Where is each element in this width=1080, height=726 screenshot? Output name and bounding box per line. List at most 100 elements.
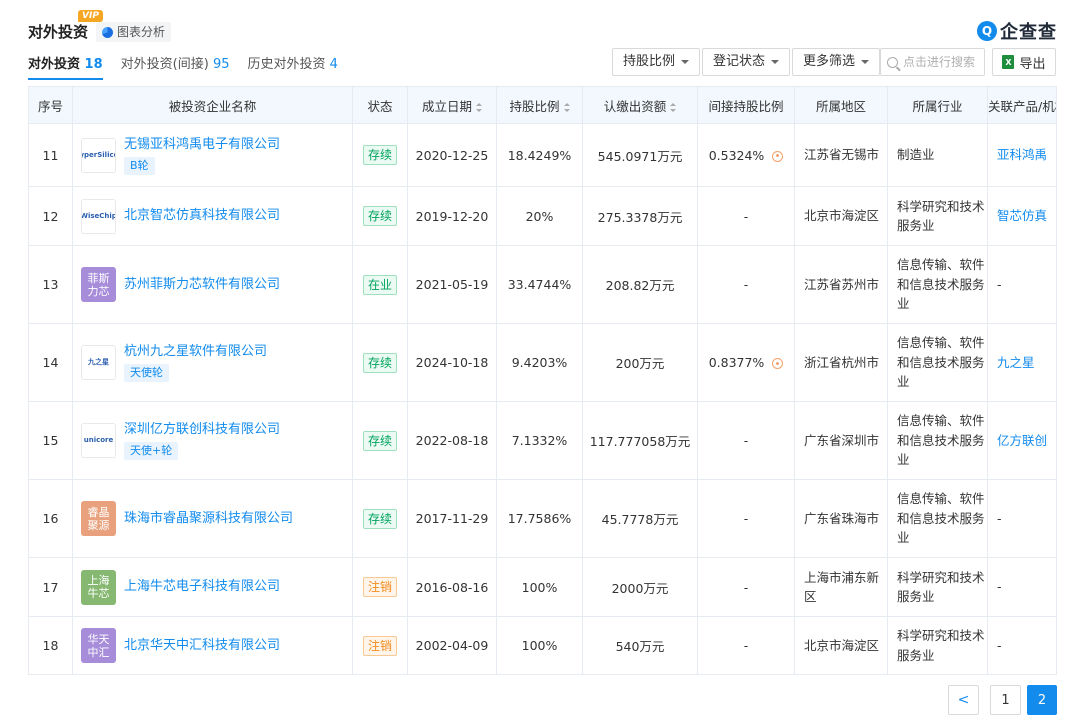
status-cell: 存续	[352, 401, 408, 480]
col-capital-label: 认缴出资额	[603, 98, 667, 114]
status-badge: 存续	[362, 508, 397, 529]
table-row: 11 HyperSilicon 无锡亚科鸿禹电子有限公司 B轮 存续 2020-1…	[28, 123, 1057, 187]
status-badge: 注销	[362, 577, 397, 597]
company-logo: 华天中汇	[81, 628, 116, 663]
related-product-link[interactable]: 亿方联创	[997, 433, 1047, 448]
region: 北京市海淀区	[794, 616, 888, 675]
indirect-ratio-cell: -	[697, 401, 795, 480]
founded-date: 2024-10-18	[407, 323, 497, 402]
related-product-link[interactable]: 九之星	[997, 355, 1035, 370]
company-cell: 华天中汇 北京华天中汇科技有限公司	[72, 616, 353, 675]
funding-round-tag: B轮	[124, 156, 155, 175]
related-product: -	[987, 616, 1057, 675]
col-ratio[interactable]: 持股比例	[496, 86, 583, 124]
excel-icon: X	[1002, 55, 1015, 69]
funding-round-tag: 天使+轮	[124, 442, 179, 460]
company-logo: 菲斯力芯	[81, 267, 116, 302]
prev-page-button[interactable]: <	[948, 685, 979, 715]
status-badge: 存续	[362, 352, 397, 373]
company-name-link[interactable]: 杭州九之星软件有限公司	[124, 344, 267, 359]
related-product-link[interactable]: 亚科鸿禹	[997, 147, 1047, 162]
col-capital[interactable]: 认缴出资额	[582, 86, 698, 124]
status-cell: 存续	[352, 123, 408, 187]
founded-date: 2002-04-09	[407, 616, 497, 675]
more-filter-dropdown[interactable]: 更多筛选	[792, 48, 881, 76]
col-company: 被投资企业名称	[72, 86, 353, 124]
company-logo: 九之星	[81, 345, 116, 380]
region: 广东省珠海市	[794, 479, 888, 558]
status-cell: 注销	[352, 616, 408, 675]
tab-investment[interactable]: 对外投资 18	[28, 56, 103, 80]
chart-analysis-button[interactable]: 图表分析	[96, 22, 172, 42]
company-name-link[interactable]: 北京华天中汇科技有限公司	[124, 638, 280, 653]
header-bar: 对外投资 VIP 图表分析 Q 企查查	[0, 0, 1080, 50]
vip-badge: VIP	[78, 10, 103, 22]
company-cell: 九之星 杭州九之星软件有限公司 天使轮	[72, 323, 353, 402]
col-date[interactable]: 成立日期	[407, 86, 497, 124]
chevron-down-icon	[771, 60, 780, 64]
status-filter-dropdown[interactable]: 登记状态	[702, 48, 791, 76]
ratio-filter-dropdown[interactable]: 持股比例	[612, 48, 701, 76]
industry: 科学研究和技术服务业	[887, 616, 988, 675]
table-row: 12 WiseChip 北京智芯仿真科技有限公司 存续 2019-12-20 2…	[28, 186, 1057, 246]
company-name-link[interactable]: 上海牛芯电子科技有限公司	[124, 579, 280, 594]
status-cell: 存续	[352, 323, 408, 402]
subscribed-capital: 2000万元	[582, 557, 698, 617]
company-name-link[interactable]: 深圳亿方联创科技有限公司	[124, 422, 280, 437]
page-2-button[interactable]: 2	[1027, 685, 1057, 715]
region: 上海市浦东新区	[794, 557, 888, 617]
region: 浙江省杭州市	[794, 323, 888, 402]
logo-text: WiseChip	[81, 211, 116, 220]
related-product-link: -	[997, 510, 1002, 526]
export-button[interactable]: X 导出	[992, 48, 1056, 76]
equity-path-icon[interactable]	[772, 150, 784, 162]
industry: 制造业	[887, 123, 988, 187]
company-name-link[interactable]: 无锡亚科鸿禹电子有限公司	[124, 137, 280, 152]
related-product-link[interactable]: 智芯仿真	[997, 208, 1047, 223]
tab-indirect-investment[interactable]: 对外投资(间接) 95	[121, 56, 230, 80]
tab-label: 对外投资(间接)	[120, 57, 209, 72]
row-index: 13	[28, 245, 73, 324]
row-index: 16	[28, 479, 73, 558]
related-product: -	[987, 245, 1057, 324]
indirect-ratio: -	[743, 208, 749, 224]
chevron-down-icon	[681, 60, 690, 64]
funding-round-tag: 天使轮	[124, 364, 169, 382]
subscribed-capital: 545.0971万元	[582, 123, 698, 187]
tab-count: 4	[329, 57, 338, 72]
page-title: 对外投资	[28, 23, 89, 41]
indirect-ratio-cell: -	[697, 616, 795, 675]
indirect-ratio: 0.5324%	[708, 147, 765, 163]
indirect-ratio: -	[743, 511, 749, 526]
industry: 科学研究和技术服务业	[887, 186, 988, 246]
status-badge: 存续	[362, 145, 397, 165]
row-index: 17	[28, 557, 73, 617]
investment-table: 序号 被投资企业名称 状态 成立日期 持股比例 认缴出资额 间接持股比例 所属地…	[28, 86, 1057, 675]
table-row: 15 unicore 深圳亿方联创科技有限公司 天使+轮 存续 2022-08-1…	[28, 401, 1057, 480]
tab-history-investment[interactable]: 历史对外投资 4	[247, 56, 337, 80]
table-row: 18 华天中汇 北京华天中汇科技有限公司 注销 2002-04-09 100% …	[28, 616, 1057, 675]
indirect-ratio: -	[743, 277, 749, 292]
region: 广东省深圳市	[794, 401, 888, 480]
search-input[interactable]	[903, 55, 983, 69]
related-product-link: -	[997, 637, 1002, 653]
company-name-link[interactable]: 苏州菲斯力芯软件有限公司	[124, 277, 280, 292]
company-name-link[interactable]: 珠海市睿晶聚源科技有限公司	[124, 511, 293, 526]
company-name-link[interactable]: 北京智芯仿真科技有限公司	[124, 208, 280, 223]
ratio-filter-label: 持股比例	[623, 54, 676, 69]
company-logo: 睿晶聚源	[81, 501, 116, 536]
col-indirect: 间接持股比例	[697, 86, 795, 124]
related-product: -	[987, 479, 1057, 558]
page-1-button[interactable]: 1	[990, 685, 1021, 715]
share-ratio: 100%	[496, 557, 583, 617]
brand-logo: Q 企查查	[977, 18, 1057, 44]
status-badge: 存续	[362, 206, 397, 226]
indirect-ratio-cell: -	[697, 557, 795, 617]
col-industry: 所属行业	[887, 86, 988, 124]
equity-path-icon[interactable]	[772, 358, 784, 369]
table-header-row: 序号 被投资企业名称 状态 成立日期 持股比例 认缴出资额 间接持股比例 所属地…	[28, 86, 1057, 124]
company-logo: 上海牛芯	[81, 569, 116, 605]
row-index: 18	[28, 616, 73, 675]
industry: 信息传输、软件和信息技术服务业	[887, 479, 988, 558]
chart-analysis-label: 图表分析	[117, 25, 166, 39]
